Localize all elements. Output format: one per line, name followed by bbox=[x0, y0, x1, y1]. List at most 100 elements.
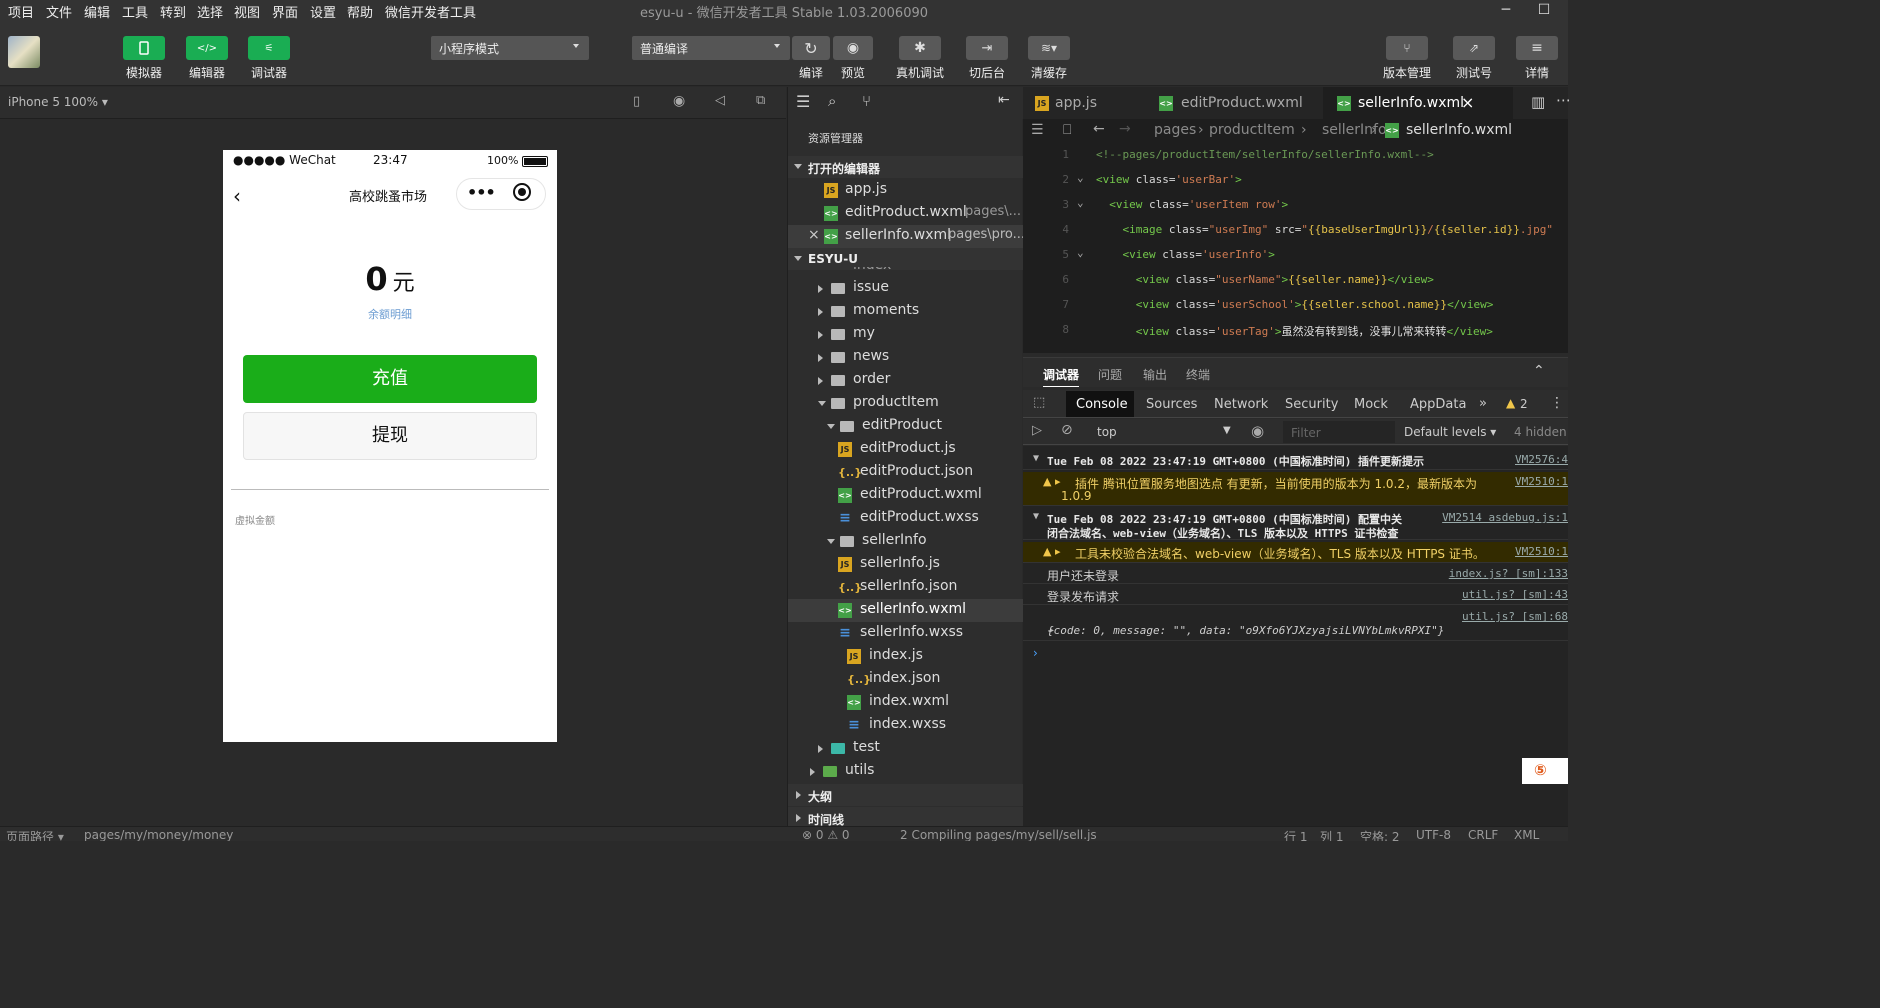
menu-edit[interactable]: 编辑 bbox=[84, 2, 110, 21]
line-ending[interactable]: CRLF bbox=[1468, 828, 1498, 841]
cursor-col[interactable]: 列 1 bbox=[1320, 828, 1343, 841]
breadcrumb-item[interactable]: sellerInfo bbox=[1322, 122, 1387, 138]
code-line[interactable]: 1 <!--pages/productItem/sellerInfo/seller… bbox=[1023, 143, 1568, 168]
kebab-icon[interactable]: ⋮ bbox=[1550, 395, 1564, 411]
inspect-icon[interactable]: ⬚ bbox=[1033, 395, 1045, 410]
tree-folder[interactable]: editProduct bbox=[788, 415, 1023, 438]
list-icon[interactable]: ☰ bbox=[1031, 122, 1044, 138]
levels-select[interactable]: Default levels ▾ bbox=[1404, 425, 1496, 439]
code-line[interactable]: 2 ⌄ <view class='userBar'> bbox=[1023, 168, 1568, 193]
open-editor-item[interactable]: JS app.js bbox=[788, 179, 1023, 202]
tree-folder[interactable]: moments bbox=[788, 300, 1023, 323]
panel-appdata[interactable]: AppData bbox=[1410, 397, 1466, 412]
problems-count[interactable]: ⊗ 0 ⚠ 0 bbox=[802, 828, 850, 841]
menu-wechat-devtools[interactable]: 微信开发者工具 bbox=[385, 2, 476, 21]
fold-icon[interactable]: ⌄ bbox=[1077, 171, 1084, 184]
tab-app-js[interactable]: JS app.js bbox=[1023, 87, 1145, 119]
panel-network[interactable]: Network bbox=[1214, 397, 1268, 412]
more-panels-icon[interactable]: » bbox=[1479, 396, 1487, 411]
console-message[interactable]: ▸ {code: 0, message: "", data: "o9Xfo6YJX… bbox=[1023, 607, 1568, 641]
tab-edit-product-wxml[interactable]: <> editProduct.wxml bbox=[1145, 87, 1323, 119]
version-button[interactable]: ⑂ bbox=[1386, 36, 1428, 60]
close-icon[interactable]: × bbox=[1461, 93, 1474, 112]
panel-sources[interactable]: Sources bbox=[1146, 397, 1197, 412]
clear-console-icon[interactable]: ⊘ bbox=[1061, 422, 1073, 438]
compile-button[interactable]: ↻ bbox=[792, 36, 830, 60]
fold-icon[interactable]: ⌄ bbox=[1077, 196, 1084, 209]
menu-goto[interactable]: 转到 bbox=[160, 2, 186, 21]
console-source-link[interactable]: VM2576:4 bbox=[1509, 453, 1568, 466]
test-account-button[interactable]: ⇗ bbox=[1453, 36, 1495, 60]
console-prompt-icon[interactable]: › bbox=[1033, 646, 1038, 660]
breadcrumb-item[interactable]: pages bbox=[1154, 122, 1196, 138]
tree-folder[interactable]: test bbox=[788, 737, 1023, 760]
page-path-label[interactable]: 页面路径 ▾ bbox=[6, 828, 64, 841]
tree-folder[interactable]: sellerInfo bbox=[788, 530, 1023, 553]
console-message[interactable]: ▼ Tue Feb 08 2022 23:47:19 GMT+0800 (中国标准… bbox=[1023, 508, 1568, 540]
minimize-icon[interactable]: ─ bbox=[1486, 0, 1526, 24]
tab-problems[interactable]: 问题 bbox=[1098, 366, 1122, 383]
preview-button[interactable]: ◉ bbox=[833, 36, 873, 60]
sidebar-toggle-icon[interactable]: ▷ bbox=[1032, 423, 1042, 438]
more-icon[interactable]: ••• bbox=[467, 183, 496, 202]
tab-output[interactable]: 输出 bbox=[1143, 366, 1167, 383]
tree-file[interactable]: ≡ sellerInfo.wxss bbox=[788, 622, 1023, 645]
breadcrumb-item[interactable]: sellerInfo.wxml bbox=[1406, 122, 1512, 138]
tree-file[interactable]: JS index.js bbox=[788, 645, 1023, 668]
code-line[interactable]: 6 <view class="userName">{{seller.name}}… bbox=[1023, 268, 1568, 293]
tree-file[interactable]: {..} editProduct.json bbox=[788, 461, 1023, 484]
console-source-link[interactable]: util.js? [sm]:68 bbox=[1456, 610, 1568, 623]
tree-folder[interactable]: issue bbox=[788, 277, 1023, 300]
editor-button[interactable]: </> bbox=[186, 36, 228, 60]
switch-background-button[interactable]: ⇥ bbox=[966, 36, 1008, 60]
search-icon[interactable]: ⌕ bbox=[828, 92, 836, 110]
back-icon[interactable]: ‹ bbox=[233, 184, 241, 208]
chevron-up-icon[interactable]: ⌃ bbox=[1533, 363, 1545, 379]
menu-file[interactable]: 文件 bbox=[46, 2, 72, 21]
menu-help[interactable]: 帮助 bbox=[347, 2, 373, 21]
close-mini-program-icon[interactable] bbox=[513, 183, 531, 201]
detach-icon[interactable]: ⧉ bbox=[756, 93, 765, 108]
console-source-link[interactable]: index.js? [sm]:133 bbox=[1442, 567, 1568, 580]
tree-file[interactable]: ≡ index.wxss bbox=[788, 714, 1023, 737]
clear-cache-button[interactable]: ≋▾ bbox=[1028, 36, 1070, 60]
cursor-row[interactable]: 行 1 bbox=[1284, 828, 1307, 841]
eye-icon[interactable]: ◉ bbox=[1251, 422, 1264, 440]
console-message[interactable]: ▼ Tue Feb 08 2022 23:47:19 GMT+0800 (中国标准… bbox=[1023, 450, 1568, 470]
fold-icon[interactable]: ⌄ bbox=[1077, 246, 1084, 259]
tree-folder[interactable]: my bbox=[788, 323, 1023, 346]
tab-debugger[interactable]: 调试器 bbox=[1043, 366, 1080, 387]
device-rotate-icon[interactable]: ▯ bbox=[633, 94, 640, 109]
bookmark-icon[interactable]: ⎕ bbox=[1063, 122, 1071, 138]
tree-file[interactable]: <> sellerInfo.wxml bbox=[788, 599, 1023, 622]
open-editor-item[interactable]: <> editProduct.wxml pages\... bbox=[788, 202, 1023, 225]
tree-folder[interactable]: utils bbox=[788, 760, 1023, 783]
tree-file[interactable]: {..} sellerInfo.json bbox=[788, 576, 1023, 599]
code-line[interactable]: 3 ⌄ <view class='userItem row'> bbox=[1023, 193, 1568, 218]
compile-select[interactable]: 普通编译 bbox=[632, 36, 790, 60]
panel-security[interactable]: Security bbox=[1285, 397, 1338, 412]
device-select[interactable]: iPhone 5 100% ▾ bbox=[8, 95, 108, 109]
menu-view[interactable]: 视图 bbox=[234, 2, 260, 21]
record-icon[interactable]: ◉ bbox=[673, 93, 685, 109]
outline-section[interactable]: 大纲 bbox=[788, 784, 1023, 806]
tree-file[interactable]: JS editProduct.js bbox=[788, 438, 1023, 461]
debugger-button[interactable]: ⚟ bbox=[248, 36, 290, 60]
close-icon[interactable]: × bbox=[808, 227, 820, 243]
menu-interface[interactable]: 界面 bbox=[272, 2, 298, 21]
console-message[interactable]: 用户还未登录 index.js? [sm]:133 bbox=[1023, 564, 1568, 584]
code-line[interactable]: 8 <view class='userTag'>虽然没有转到钱，没事儿常来转转<… bbox=[1023, 318, 1568, 343]
tree-file[interactable]: ≡ editProduct.wxss bbox=[788, 507, 1023, 530]
code-line[interactable]: 5 ⌄ <view class='userInfo'> bbox=[1023, 243, 1568, 268]
maximize-icon[interactable]: ☐ bbox=[1524, 0, 1564, 24]
split-editor-icon[interactable]: ▥ bbox=[1531, 93, 1545, 111]
volume-icon[interactable]: ◁ bbox=[715, 93, 725, 108]
filter-input[interactable]: Filter bbox=[1283, 421, 1395, 443]
tab-terminal[interactable]: 终端 bbox=[1186, 366, 1210, 383]
back-icon[interactable]: ← bbox=[1093, 121, 1105, 137]
tree-file[interactable]: <> editProduct.wxml bbox=[788, 484, 1023, 507]
console-source-link[interactable]: VM2510:1 bbox=[1509, 545, 1568, 558]
withdraw-button[interactable]: 提现 bbox=[243, 412, 537, 460]
menu-project[interactable]: 项目 bbox=[8, 2, 34, 21]
balance-detail-link[interactable]: 余额明细 bbox=[223, 306, 557, 322]
